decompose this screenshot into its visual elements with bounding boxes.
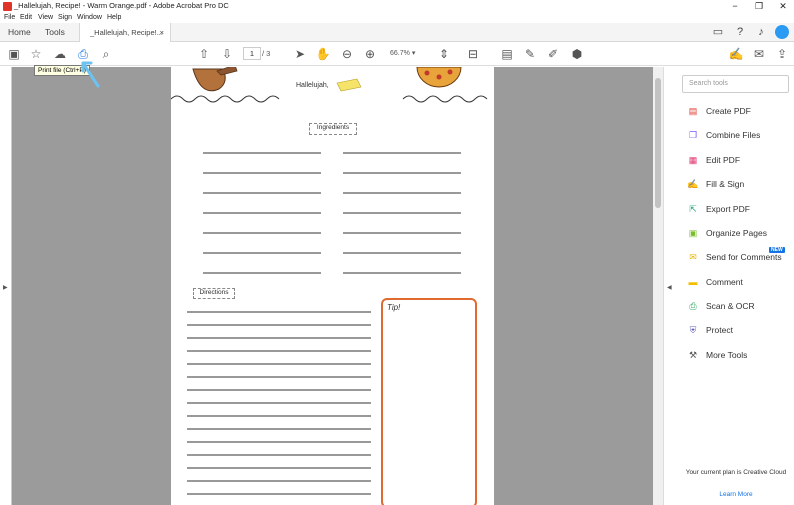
help-icon[interactable]: ? [733, 25, 747, 39]
zoom-select[interactable]: 66.7% ▾ [386, 47, 428, 60]
tool-label: Send for Comments [706, 252, 782, 262]
comment-icon: ▬ [688, 277, 698, 287]
expand-left-panel-icon[interactable]: ▶ [3, 284, 8, 291]
tool-label: Comment [706, 277, 743, 287]
recipe-header-text: Hallelujah, [296, 82, 329, 89]
tool-protect[interactable]: ⛨ Protect [687, 323, 794, 339]
upload-icon[interactable]: ☁ [52, 46, 68, 62]
tool-export-pdf[interactable]: ⇱ Export PDF [687, 202, 794, 218]
tool-edit-pdf[interactable]: ▦ Edit PDF [687, 153, 794, 169]
minimize-button[interactable]: − [724, 0, 746, 13]
tip-label: Tip! [387, 303, 401, 312]
tool-combine-files[interactable]: ❐ Combine Files [687, 128, 794, 144]
notification-bell-icon[interactable]: ♪ [754, 25, 768, 39]
organize-pages-icon: ▣ [688, 228, 698, 238]
plan-text: Your current plan is Creative Cloud [685, 469, 787, 476]
mixing-bowl-icon [192, 67, 238, 92]
zoom-in-icon[interactable]: ⊕ [362, 46, 378, 62]
acrobat-app-icon [3, 2, 12, 11]
protect-icon: ⛨ [689, 325, 697, 335]
more-tools-icon: ⚒ [688, 350, 698, 360]
tab-close-icon[interactable]: × [160, 23, 164, 42]
send-comments-icon: ✉ [689, 252, 697, 262]
highlight-pen-icon[interactable]: ✎ [522, 46, 538, 62]
close-window-button[interactable]: ✕ [772, 0, 794, 13]
chevron-down-icon: ▾ [411, 50, 416, 57]
zoom-value: 66.7% [390, 50, 410, 57]
menu-sign[interactable]: Sign [58, 14, 72, 21]
hand-tool-icon[interactable]: ✋ [315, 46, 331, 62]
previous-page-icon[interactable]: ⇧ [196, 46, 212, 62]
sign-icon[interactable]: ✍ [728, 46, 744, 62]
page-number-input[interactable]: 1 [243, 47, 261, 60]
tool-label: More Tools [706, 350, 748, 360]
cursor-pointer-icon [81, 61, 100, 88]
left-panel: ▶ [0, 67, 12, 505]
tool-label: Fill & Sign [706, 179, 745, 189]
tip-box [381, 298, 477, 505]
profile-avatar[interactable] [775, 25, 789, 39]
tab-home[interactable]: Home [8, 23, 31, 42]
right-panel-divider: ◀ [663, 67, 675, 505]
collapse-right-panel-icon[interactable]: ◀ [667, 284, 672, 291]
create-pdf-icon: ▤ [688, 106, 698, 116]
tab-document[interactable]: _Hallelujah, Recipe!... × [79, 23, 171, 42]
restore-button[interactable]: ❐ [748, 0, 770, 13]
tool-label: Scan & OCR [706, 301, 755, 311]
window-title: _Hallelujah, Recipe! - Warm Orange.pdf -… [14, 1, 229, 10]
fit-page-icon[interactable]: ⇕ [436, 46, 452, 62]
tool-label: Export PDF [706, 204, 750, 214]
edit-pdf-icon: ▦ [688, 155, 698, 165]
tool-send-for-comments[interactable]: ✉ Send for Comments [687, 250, 794, 266]
zoom-out-icon[interactable]: ⊖ [339, 46, 355, 62]
tab-document-label: _Hallelujah, Recipe!... [90, 28, 163, 37]
fill-sign-icon: ✍ [687, 179, 699, 189]
cheese-icon [336, 78, 362, 92]
draw-pen-icon[interactable]: ✐ [545, 46, 561, 62]
tool-label: Organize Pages [706, 228, 767, 238]
tool-comment[interactable]: ▬ Comment [687, 275, 794, 291]
bookmark-star-icon[interactable]: ☆ [28, 46, 44, 62]
select-cursor-icon[interactable]: ➤ [292, 46, 308, 62]
menu-edit[interactable]: Edit [20, 14, 32, 21]
ingredients-label: Ingredients [309, 123, 357, 135]
save-icon[interactable]: ▣ [6, 46, 22, 62]
learn-more-link[interactable]: Learn More [683, 491, 789, 498]
menu-view[interactable]: View [38, 14, 53, 21]
tool-label: Edit PDF [706, 155, 741, 165]
scroll-mode-icon[interactable]: ⊟ [465, 46, 481, 62]
tab-tools[interactable]: Tools [45, 23, 65, 42]
tool-create-pdf[interactable]: ▤ Create PDF [687, 104, 794, 120]
tool-label: Create PDF [706, 106, 751, 116]
tab-bar: Home Tools _Hallelujah, Recipe!... × [0, 23, 794, 42]
menu-window[interactable]: Window [77, 14, 102, 21]
comment-bubble-icon[interactable]: ▤ [499, 46, 515, 62]
share-icon[interactable]: ⇪ [774, 46, 790, 62]
stamp-icon[interactable]: ⬢ [569, 46, 585, 62]
tool-label: Protect [706, 325, 733, 335]
menu-bar: File Edit View Sign Window Help [0, 13, 794, 23]
next-page-icon[interactable]: ⇩ [219, 46, 235, 62]
tool-label: Combine Files [706, 130, 761, 140]
directions-label: Directions [193, 288, 235, 299]
tool-more-tools[interactable]: ⚒ More Tools [687, 348, 794, 364]
title-bar: _Hallelujah, Recipe! - Warm Orange.pdf -… [0, 0, 794, 13]
tool-scan-ocr[interactable]: ⎙ Scan & OCR [687, 299, 794, 315]
email-icon[interactable]: ✉ [751, 46, 767, 62]
search-tools-input[interactable]: Search tools [682, 75, 789, 93]
chat-icon[interactable]: ▭ [711, 25, 725, 39]
combine-files-icon: ❐ [688, 130, 698, 140]
pizza-icon [416, 67, 462, 88]
tool-fill-sign[interactable]: ✍ Fill & Sign [687, 177, 794, 193]
menu-help[interactable]: Help [107, 14, 121, 21]
menu-file[interactable]: File [4, 14, 15, 21]
tool-organize-pages[interactable]: ▣ Organize Pages [687, 226, 794, 242]
scan-ocr-icon: ⎙ [689, 301, 697, 311]
pdf-page[interactable]: Hallelujah, Ingredients Directions Tip! [171, 67, 494, 505]
export-pdf-icon: ⇱ [689, 204, 697, 214]
scrollbar-thumb[interactable] [655, 78, 661, 208]
page-count: / 3 [262, 49, 271, 58]
